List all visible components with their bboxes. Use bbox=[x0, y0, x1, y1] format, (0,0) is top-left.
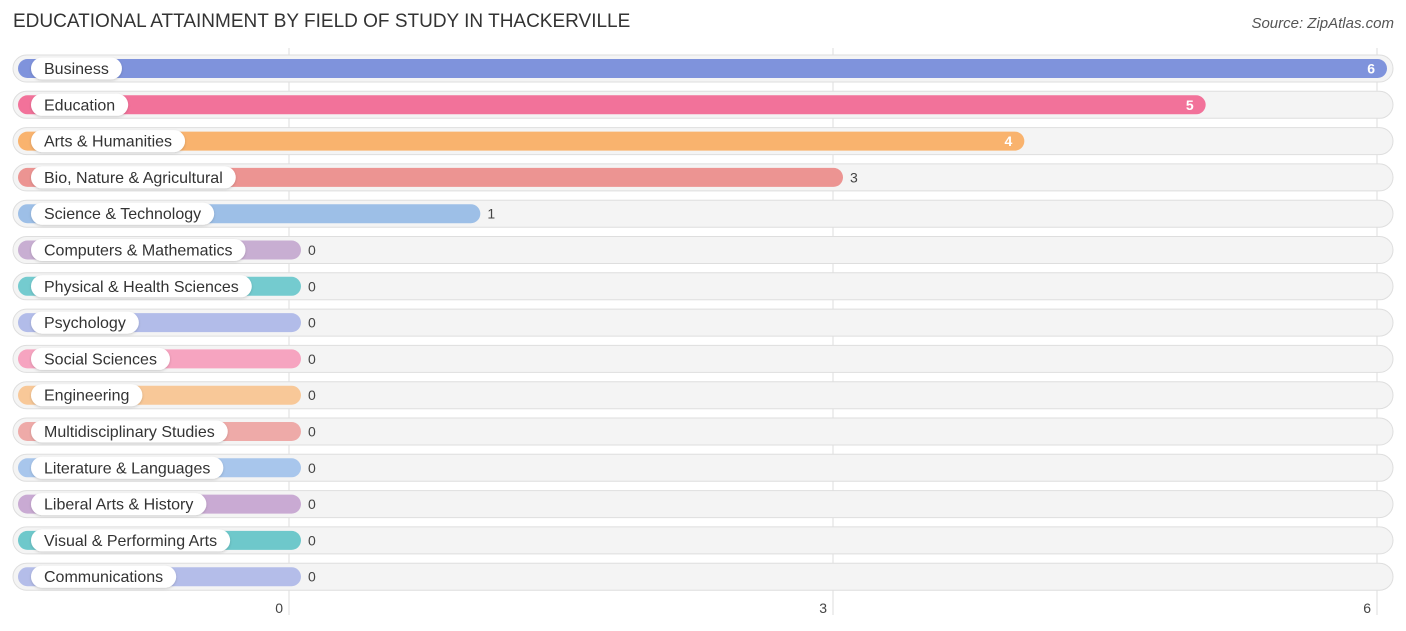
bar-row: Science & Technology 1 bbox=[12, 199, 1394, 228]
value-label: 0 bbox=[308, 387, 316, 403]
x-tick-label: 0 bbox=[275, 600, 283, 616]
bar-row: Multidisciplinary Studies 0 bbox=[12, 417, 1394, 446]
bar-row: Arts & Humanities 4 bbox=[12, 127, 1394, 156]
value-label: 0 bbox=[308, 569, 316, 585]
category-label: Science & Technology bbox=[44, 206, 201, 223]
bar-row: Engineering 0 bbox=[12, 381, 1394, 410]
bar-row: Social Sciences 0 bbox=[12, 344, 1394, 373]
value-label: 0 bbox=[308, 242, 316, 258]
bar-row: Literature & Languages 0 bbox=[12, 453, 1394, 482]
value-label: 5 bbox=[1186, 97, 1194, 113]
bar-row: Business 6 bbox=[12, 54, 1394, 83]
value-label: 0 bbox=[308, 351, 316, 367]
value-label: 0 bbox=[308, 532, 316, 548]
x-tick-label: 3 bbox=[819, 600, 827, 616]
category-label: Communications bbox=[44, 569, 163, 586]
category-label: Liberal Arts & History bbox=[44, 497, 193, 514]
bar-row: Visual & Performing Arts 0 bbox=[12, 526, 1394, 555]
value-label: 4 bbox=[1005, 133, 1013, 149]
bar-row: Bio, Nature & Agricultural 3 bbox=[12, 163, 1394, 192]
bar-row: Education 5 bbox=[12, 90, 1394, 119]
category-label: Arts & Humanities bbox=[44, 134, 172, 151]
bar-row: Physical & Health Sciences 0 bbox=[12, 272, 1394, 301]
category-label: Multidisciplinary Studies bbox=[44, 424, 215, 441]
category-label: Bio, Nature & Agricultural bbox=[44, 170, 223, 187]
category-label: Engineering bbox=[44, 388, 129, 405]
bar[interactable] bbox=[18, 95, 1206, 115]
category-label: Education bbox=[44, 97, 115, 114]
x-tick-label: 6 bbox=[1363, 600, 1371, 616]
value-label: 0 bbox=[308, 424, 316, 440]
bar-row: Communications 0 bbox=[12, 562, 1394, 591]
value-label: 6 bbox=[1367, 61, 1375, 77]
category-label: Physical & Health Sciences bbox=[44, 279, 239, 296]
category-label: Visual & Performing Arts bbox=[44, 533, 217, 550]
category-label: Computers & Mathematics bbox=[44, 243, 233, 260]
category-label: Social Sciences bbox=[44, 351, 157, 368]
category-label: Psychology bbox=[44, 315, 126, 332]
bar-row: Liberal Arts & History 0 bbox=[12, 490, 1394, 519]
value-label: 0 bbox=[308, 460, 316, 476]
bar-row: Computers & Mathematics 0 bbox=[12, 236, 1394, 264]
value-label: 0 bbox=[308, 315, 316, 331]
bar-chart: Business 6 Education 5 Arts & Humanities 4 Bio… bbox=[12, 48, 1394, 616]
value-label: 0 bbox=[308, 278, 316, 294]
value-label: 3 bbox=[850, 169, 858, 185]
bar[interactable] bbox=[18, 59, 1387, 78]
category-label: Literature & Languages bbox=[44, 460, 210, 477]
value-label: 1 bbox=[487, 206, 495, 222]
value-label: 0 bbox=[308, 496, 316, 512]
bar-row: Psychology 0 bbox=[12, 308, 1394, 337]
category-label: Business bbox=[44, 61, 109, 78]
